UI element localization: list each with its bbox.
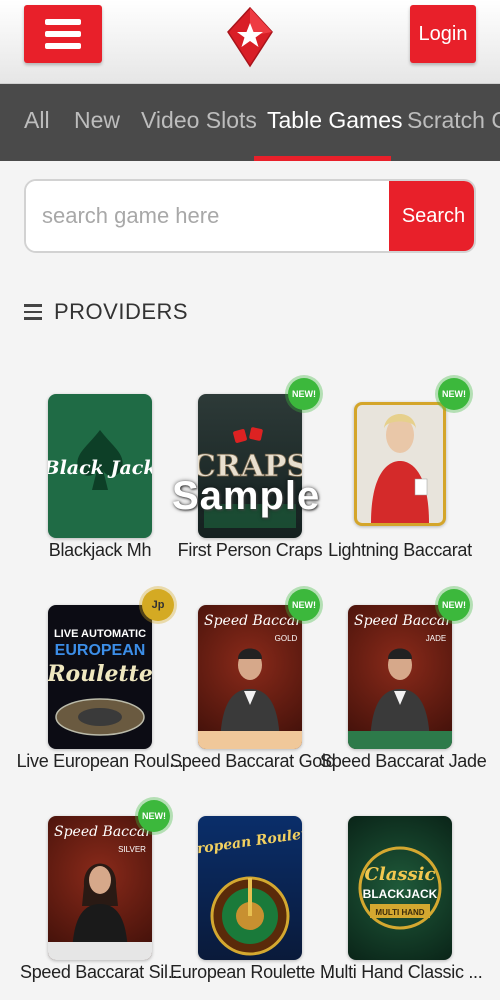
- game-title: Live European Roul...: [16, 751, 184, 771]
- logo-icon[interactable]: [226, 6, 274, 72]
- menu-bar: [45, 43, 81, 49]
- tab-new[interactable]: New: [74, 84, 120, 161]
- login-button[interactable]: Login: [410, 5, 476, 63]
- new-badge: NEW!: [438, 589, 470, 621]
- game-title: Speed Baccarat Gold: [170, 751, 336, 771]
- game-card[interactable]: LIVE AUTOMATIC EUROPEAN Roulette Jp Live…: [17, 589, 184, 805]
- svg-text:MULTI HAND: MULTI HAND: [375, 908, 424, 917]
- menu-bar: [45, 31, 81, 37]
- game-card[interactable]: European Roulette European Roulette ...: [170, 816, 334, 1000]
- game-card[interactable]: Speed Baccarat GOLD NEW! Speed Baccarat …: [170, 589, 336, 805]
- category-tabs: All New Video Slots Table Games Scratch …: [0, 84, 500, 161]
- sample-watermark: Sample: [172, 474, 321, 518]
- game-card[interactable]: Black Jack Blackjack Mh: [20, 394, 180, 594]
- svg-text:Classic: Classic: [365, 864, 436, 885]
- svg-text:GOLD: GOLD: [275, 634, 298, 643]
- svg-text:Speed Baccarat: Speed Baccarat: [54, 824, 152, 840]
- game-card[interactable]: Speed Baccarat JADE NEW! Speed Baccarat …: [320, 589, 487, 805]
- game-thumbnail[interactable]: Black Jack: [48, 394, 152, 538]
- search-bar: Search: [24, 179, 476, 253]
- list-icon: [24, 304, 42, 320]
- new-badge: NEW!: [138, 800, 170, 832]
- providers-label: PROVIDERS: [54, 299, 189, 324]
- game-title: Lightning Baccarat: [328, 540, 472, 560]
- game-thumbnail[interactable]: [354, 402, 446, 526]
- top-header: Login: [0, 0, 500, 84]
- new-badge: NEW!: [438, 378, 470, 410]
- new-badge: NEW!: [288, 589, 320, 621]
- tab-video-slots[interactable]: Video Slots: [141, 84, 257, 161]
- game-title: European Roulette ...: [170, 962, 334, 982]
- game-title: First Person Craps: [177, 540, 323, 560]
- svg-text:LIVE AUTOMATIC: LIVE AUTOMATIC: [54, 628, 146, 640]
- svg-text:Roulette: Roulette: [48, 661, 152, 687]
- game-thumbnail[interactable]: Speed Baccarat GOLD: [198, 605, 302, 749]
- svg-text:SILVER: SILVER: [118, 845, 146, 854]
- svg-text:Speed Baccarat: Speed Baccarat: [354, 613, 452, 629]
- search-input[interactable]: [26, 181, 388, 251]
- tab-all[interactable]: All: [24, 84, 50, 161]
- providers-toggle[interactable]: PROVIDERS: [24, 296, 188, 328]
- search-button[interactable]: Search: [389, 181, 474, 251]
- game-card[interactable]: NEW! Lightning Baccarat: [320, 378, 480, 594]
- thumb-title: Black Jack: [48, 457, 152, 479]
- svg-text:Speed Baccarat: Speed Baccarat: [204, 613, 302, 629]
- game-title: Blackjack Mh: [48, 540, 152, 560]
- menu-button[interactable]: [24, 5, 102, 63]
- game-card[interactable]: Classic BLACKJACK MULTI HAND Multi Hand …: [320, 816, 483, 1000]
- tab-table-games[interactable]: Table Games: [267, 84, 403, 161]
- game-card[interactable]: Speed Baccarat SILVER NEW! Speed Baccara…: [20, 800, 182, 1000]
- tab-scratch-cards[interactable]: Scratch Ca: [407, 84, 500, 161]
- game-title: Speed Baccarat Jade: [320, 751, 487, 771]
- svg-text:European Roulette: European Roulette: [198, 824, 302, 861]
- svg-text:EUROPEAN: EUROPEAN: [55, 642, 146, 659]
- game-thumbnail[interactable]: Speed Baccarat JADE: [348, 605, 452, 749]
- svg-text:JADE: JADE: [426, 634, 446, 643]
- new-badge: NEW!: [288, 378, 320, 410]
- game-thumbnail[interactable]: LIVE AUTOMATIC EUROPEAN Roulette: [48, 605, 152, 749]
- game-thumbnail[interactable]: Classic BLACKJACK MULTI HAND: [348, 816, 452, 960]
- game-thumbnail[interactable]: European Roulette: [198, 816, 302, 960]
- active-tab-indicator: [254, 156, 391, 161]
- game-thumbnail[interactable]: Speed Baccarat SILVER: [48, 816, 152, 960]
- svg-text:BLACKJACK: BLACKJACK: [363, 887, 438, 901]
- game-title: Speed Baccarat Sil...: [20, 962, 182, 982]
- menu-bar: [45, 19, 81, 25]
- game-title: Multi Hand Classic ...: [320, 962, 483, 982]
